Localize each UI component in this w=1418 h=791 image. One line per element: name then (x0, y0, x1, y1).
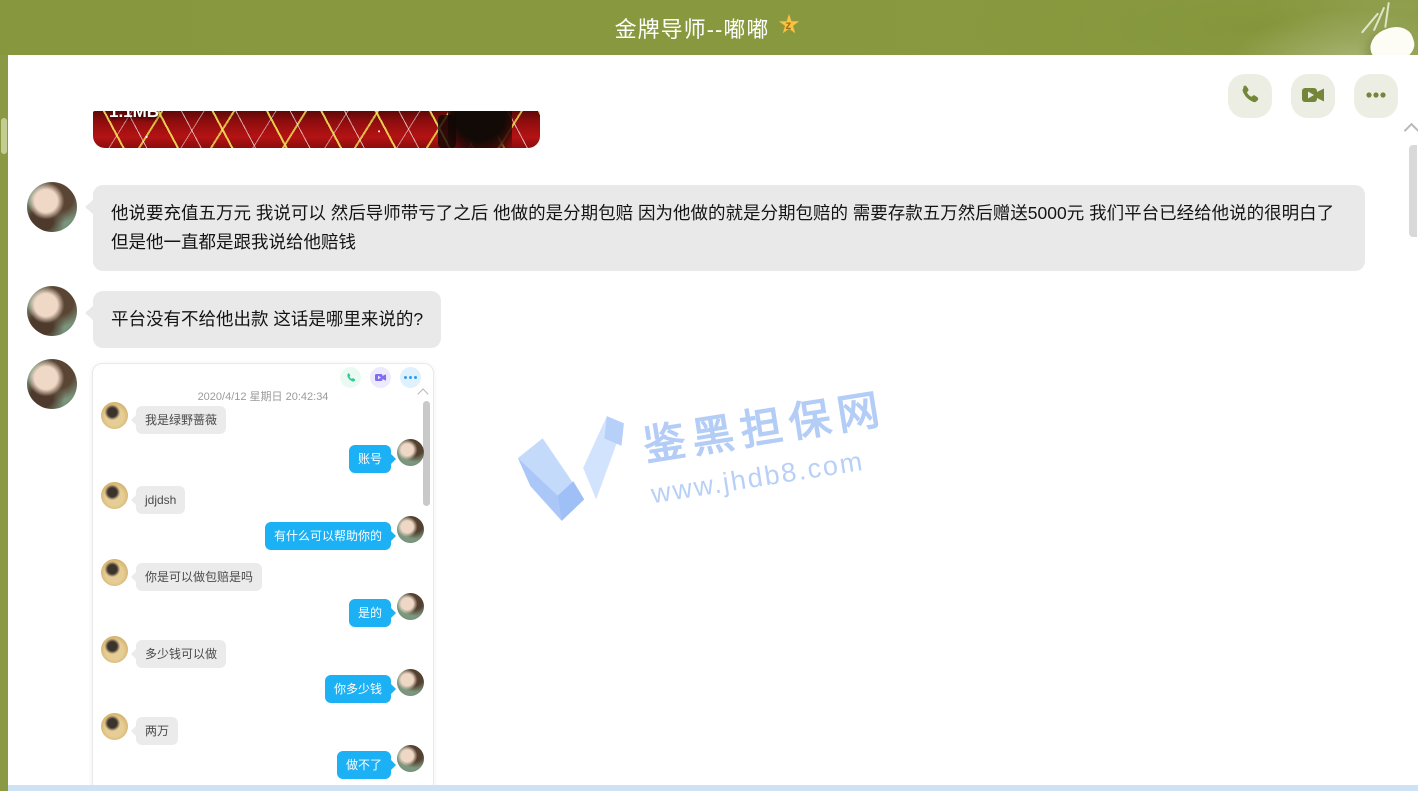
page-title: 金牌导师--嘟嘟 ★ z (615, 12, 804, 44)
more-ellipsis-icon (400, 367, 421, 388)
main-scrollbar-thumb[interactable] (1409, 145, 1417, 237)
watermark-site-name: 鉴黑担保网 (638, 375, 890, 474)
avatar (397, 593, 424, 620)
message-text: 账号 (349, 445, 391, 473)
watermark-check-logo (506, 402, 642, 544)
avatar[interactable] (27, 359, 77, 409)
message-text: 两万 (136, 717, 178, 745)
avatar (397, 745, 424, 772)
screenshot-message-row: 你是可以做包赔是吗 (93, 559, 433, 593)
screenshot-message-row: 两万 (93, 713, 433, 747)
screenshot-message-row: 你多少钱 (93, 669, 433, 703)
voice-call-button[interactable] (1228, 74, 1272, 118)
image-figure (448, 111, 512, 148)
screenshot-message-row: 我是绿野蔷薇 (93, 402, 433, 436)
screenshot-message-row: 是的 (93, 593, 433, 627)
message-bubble: 他说要充值五万元 我说可以 然后导师带亏了之后 他做的是分期包赔 因为他做的就是… (93, 185, 1365, 271)
header-bar: 金牌导师--嘟嘟 ★ z (0, 0, 1418, 55)
image-size-label: 1.1MB (109, 111, 159, 122)
watermark-site-url: www.jhdb8.com (649, 441, 896, 510)
more-ellipsis-icon (1363, 82, 1389, 111)
message-text: 多少钱可以做 (136, 640, 226, 668)
message-text: 你多少钱 (325, 675, 391, 703)
message-text: 是的 (349, 599, 391, 627)
bottom-edge-strip (8, 785, 1418, 791)
chat-window: 金牌导师--嘟嘟 ★ z (0, 0, 1418, 791)
call-toolbar (1228, 74, 1398, 118)
avatar (397, 439, 424, 466)
site-watermark: 鉴黑担保网 www.jhdb8.com (506, 351, 960, 543)
avatar (101, 402, 128, 429)
message-text: 做不了 (337, 751, 391, 779)
flower-stem (1384, 2, 1390, 28)
image-attachment[interactable]: 1.1MB (93, 111, 540, 148)
avatar (397, 516, 424, 543)
star-z-icon: ★ z (777, 15, 803, 41)
chat-panel: 1.1MB 他说要充值五万元 我说可以 然后导师带亏了之后 他做的是分期包赔 因… (8, 55, 1418, 791)
message-text: 他说要充值五万元 我说可以 然后导师带亏了之后 他做的是分期包赔 因为他做的就是… (111, 203, 1334, 252)
message-bubble: 平台没有不给他出款 这话是哪里来说的? (93, 291, 441, 348)
screenshot-message-row: 账号 (93, 439, 433, 473)
video-camera-icon (1300, 82, 1326, 111)
message-text: jdjdsh (136, 486, 185, 514)
message-text: 我是绿野蔷薇 (136, 406, 226, 434)
avatar (101, 482, 128, 509)
screenshot-message-row: jdjdsh (93, 482, 433, 516)
avatar (101, 636, 128, 663)
screenshot-attachment[interactable]: 2020/4/12 星期日 20:42:34 我是绿野蔷薇 账号 jdjdsh … (92, 363, 434, 791)
video-camera-icon (370, 367, 391, 388)
avatar[interactable] (27, 182, 77, 232)
message-text: 你是可以做包赔是吗 (136, 563, 262, 591)
left-scrollbar-thumb[interactable] (1, 118, 7, 154)
scroll-up-arrow[interactable] (1404, 123, 1418, 139)
screenshot-message-row: 多少钱可以做 (93, 636, 433, 670)
phone-icon (340, 367, 361, 388)
video-call-button[interactable] (1291, 74, 1335, 118)
message-text: 有什么可以帮助你的 (265, 522, 391, 550)
left-scroll-strip[interactable] (0, 55, 8, 791)
screenshot-message-row: 有什么可以帮助你的 (93, 516, 433, 550)
message-text: 平台没有不给他出款 这话是哪里来说的? (111, 309, 423, 329)
screenshot-message-row: 做不了 (93, 745, 433, 779)
contact-name: 金牌导师--嘟嘟 (615, 12, 770, 44)
more-options-button[interactable] (1354, 74, 1398, 118)
phone-icon (1238, 83, 1262, 110)
avatar (101, 559, 128, 586)
avatar (101, 713, 128, 740)
avatar (397, 669, 424, 696)
image-figure (438, 115, 456, 148)
screenshot-toolbar (340, 367, 421, 388)
avatar[interactable] (27, 286, 77, 336)
